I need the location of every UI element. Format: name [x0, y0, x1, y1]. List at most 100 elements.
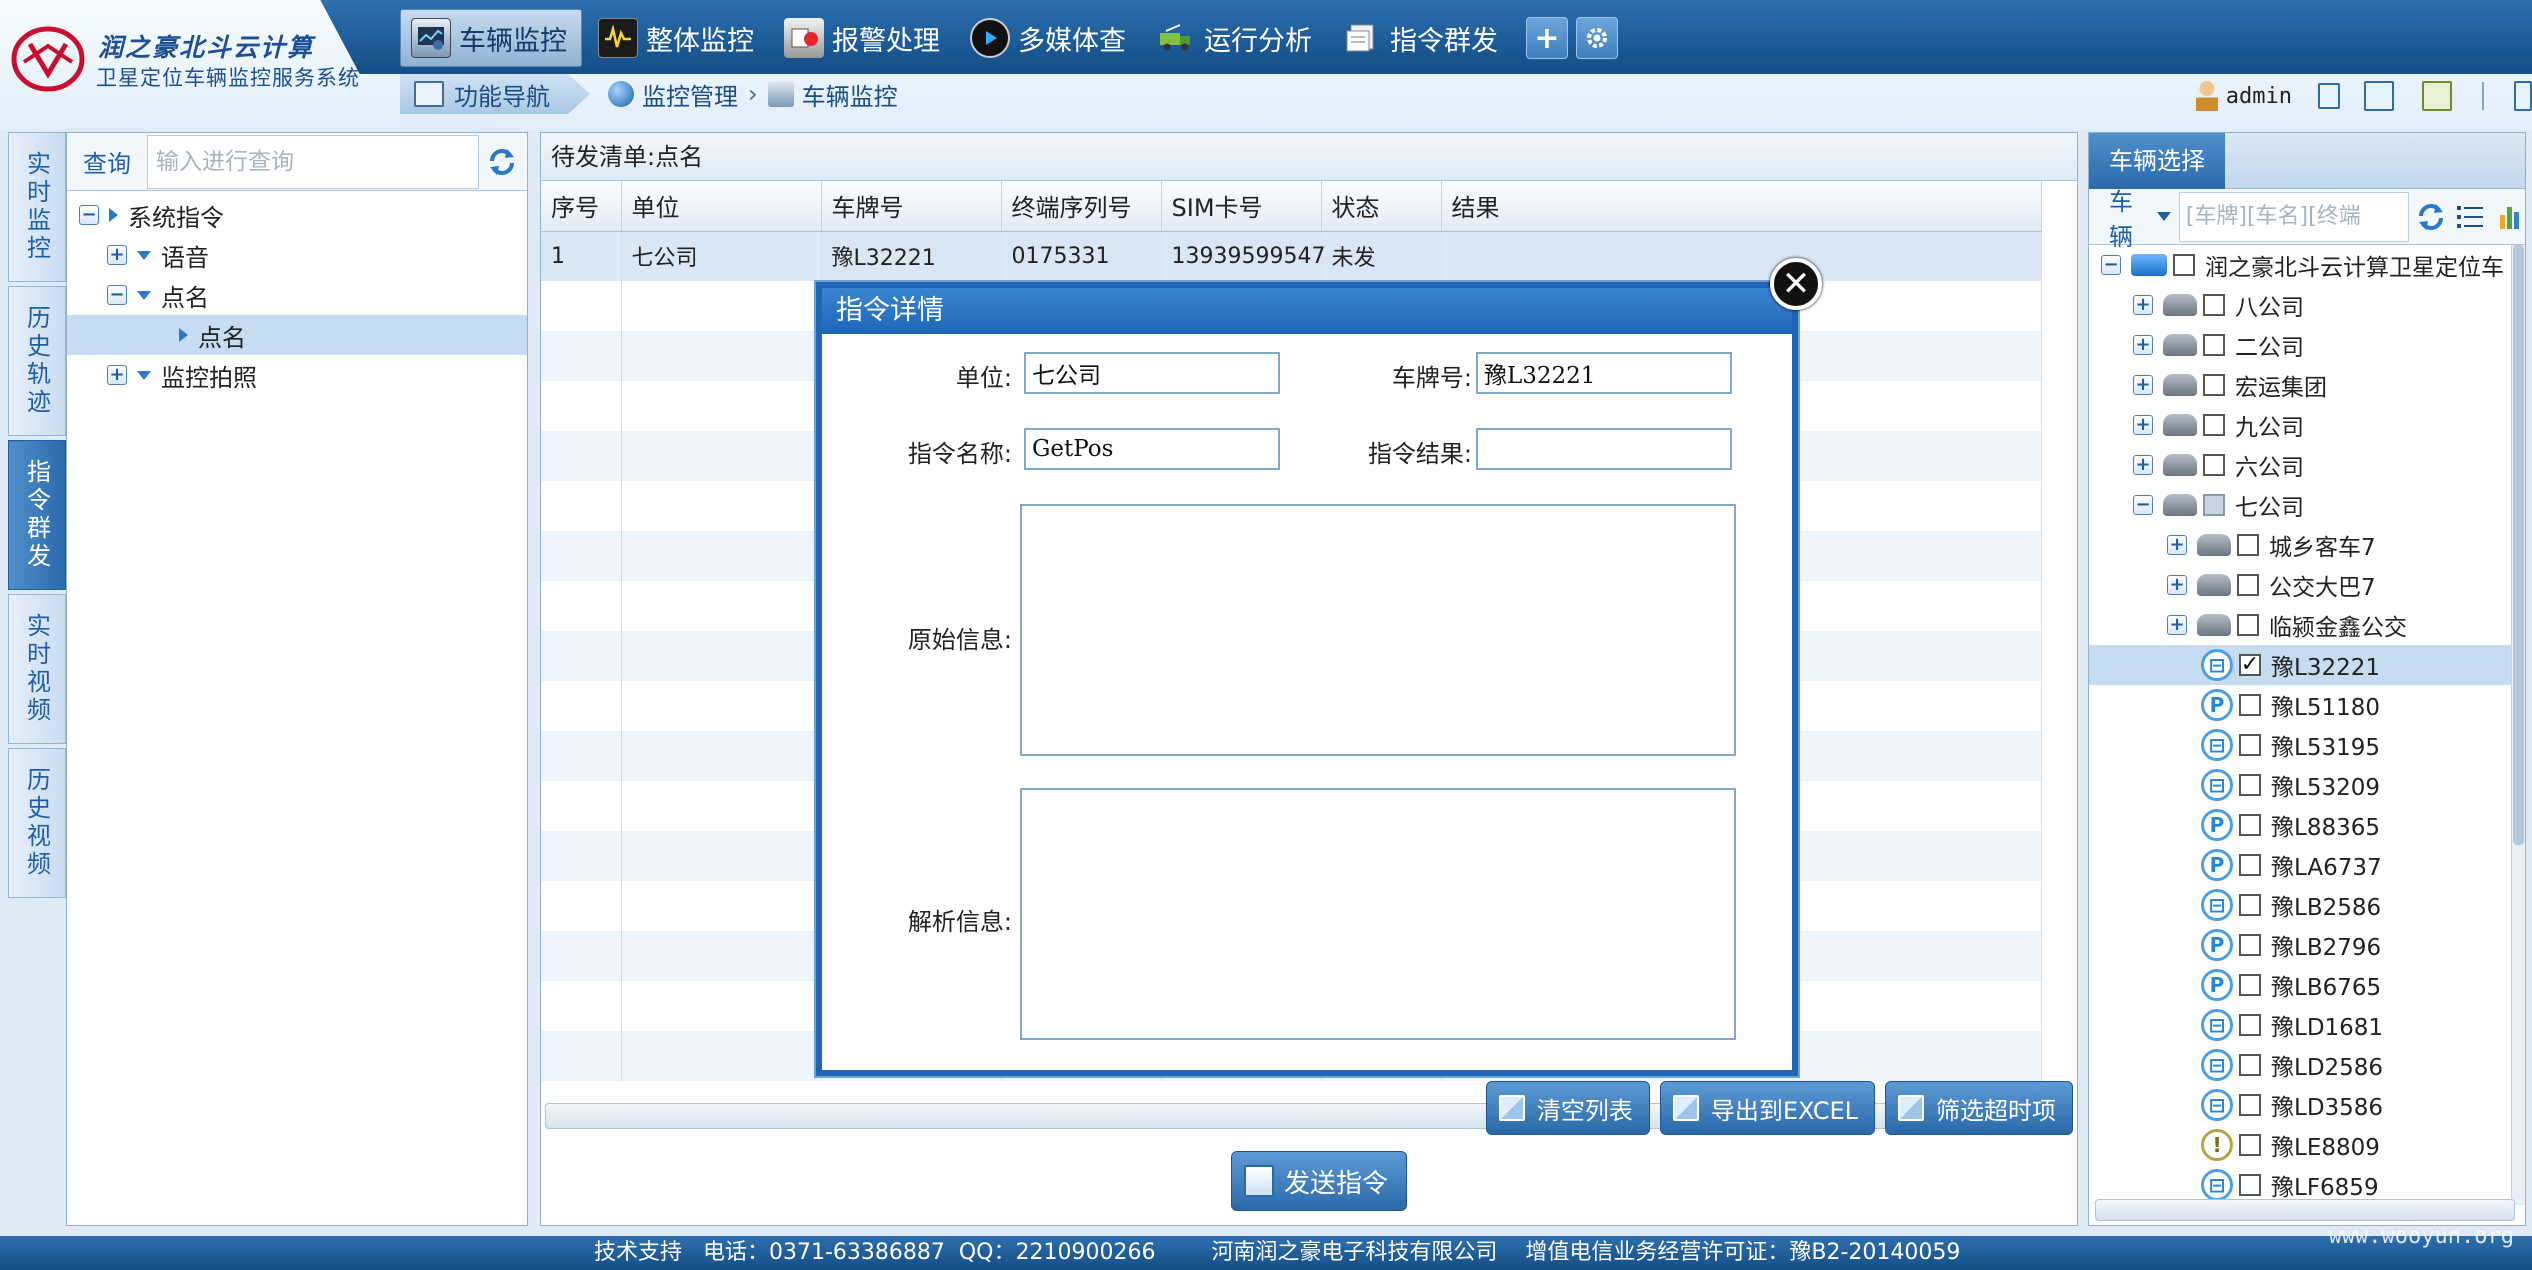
collapse-icon[interactable]: − — [2133, 495, 2153, 515]
expand-icon[interactable]: + — [107, 245, 127, 265]
tree-node-vehicle[interactable]: ⊟ 豫LD2586 — [2089, 1045, 2513, 1085]
nav-alarm-handling[interactable]: 报警处理 — [774, 9, 954, 67]
nav-overall-monitor[interactable]: 整体监控 — [588, 9, 768, 67]
checkbox[interactable] — [2239, 694, 2261, 716]
vehicle-tree-vertical-scrollbar[interactable] — [2511, 245, 2525, 1205]
checkbox[interactable] — [2239, 974, 2261, 996]
checkbox[interactable] — [2239, 1174, 2261, 1196]
tab-realtime-video[interactable]: 实时视频 — [8, 594, 66, 744]
checkbox[interactable] — [2239, 934, 2261, 956]
tree-node-vehicle[interactable]: P 豫L51180 — [2089, 685, 2513, 725]
tree-node-vehicle[interactable]: ⊟ 豫LD1681 — [2089, 1005, 2513, 1045]
checkbox[interactable] — [2239, 774, 2261, 796]
tree-node-subgroup[interactable]: + 城乡客车7 — [2089, 525, 2513, 565]
tree-node-vehicle[interactable]: ⊟ 豫LD3586 — [2089, 1085, 2513, 1125]
checkbox[interactable] — [2203, 454, 2225, 476]
checkbox[interactable] — [2239, 734, 2261, 756]
tab-history-track[interactable]: 历史轨迹 — [8, 286, 66, 436]
checkbox[interactable] — [2239, 814, 2261, 836]
tree-node-voice[interactable]: + 语音 — [67, 235, 527, 275]
tree-node-vehicle[interactable]: P 豫LB6765 — [2089, 965, 2513, 1005]
nav-vehicle-monitor[interactable]: 车辆监控 — [400, 9, 582, 67]
checkbox[interactable] — [2173, 254, 2195, 276]
tree-node-system-commands[interactable]: − 系统指令 — [67, 195, 527, 235]
add-icon[interactable]: + — [1526, 17, 1568, 59]
tree-node-subgroup[interactable]: + 临颍金鑫公交 — [2089, 605, 2513, 645]
plate-field[interactable] — [1476, 352, 1732, 394]
checkbox[interactable] — [2203, 414, 2225, 436]
bar-chart-icon[interactable] — [2492, 197, 2525, 237]
checkbox[interactable] — [2239, 1134, 2261, 1156]
send-command-button[interactable]: 发送指令 — [1231, 1151, 1408, 1211]
tree-node-vehicle[interactable]: ⊟ 豫L53209 — [2089, 765, 2513, 805]
function-navigation-button[interactable]: 功能导航 — [400, 74, 590, 114]
expand-icon[interactable]: + — [2133, 375, 2153, 395]
checkbox-checked[interactable]: ✓ — [2239, 654, 2261, 676]
tree-node-company[interactable]: + 二公司 — [2089, 325, 2513, 365]
clear-list-button[interactable]: 清空列表 — [1485, 1081, 1650, 1135]
refresh-icon[interactable] — [2415, 197, 2448, 237]
column-header-index[interactable]: 序号 — [541, 181, 622, 232]
breadcrumb-item-vehicle-monitor[interactable]: 车辆监控 — [767, 77, 898, 112]
checkbox[interactable] — [2239, 1094, 2261, 1116]
scrollbar-thumb[interactable] — [2513, 245, 2524, 845]
expand-icon[interactable]: + — [2133, 415, 2153, 435]
expand-icon[interactable]: + — [2167, 535, 2187, 555]
tree-node-company[interactable]: + 宏运集团 — [2089, 365, 2513, 405]
tree-node-monitor-photo[interactable]: + 监控拍照 — [67, 355, 527, 395]
command-result-field[interactable] — [1476, 428, 1732, 470]
checkbox[interactable] — [2239, 1054, 2261, 1076]
column-header-plate[interactable]: 车牌号 — [821, 181, 1002, 232]
vehicle-search-input[interactable] — [2178, 191, 2409, 242]
tree-node-company[interactable]: + 八公司 — [2089, 285, 2513, 325]
tree-node-root[interactable]: − 润之豪北斗云计算卫星定位车 — [2089, 245, 2513, 285]
expand-icon[interactable]: + — [2167, 575, 2187, 595]
raw-info-textarea[interactable] — [1020, 504, 1736, 756]
window-icon[interactable] — [2318, 83, 2340, 109]
parsed-info-textarea[interactable] — [1020, 788, 1736, 1040]
nav-batch-command[interactable]: 指令群发 — [1332, 9, 1512, 67]
collapse-icon[interactable]: − — [107, 285, 127, 305]
checkbox[interactable] — [2203, 374, 2225, 396]
tree-node-rollcall-command[interactable]: 点名 — [67, 315, 527, 355]
refresh-icon[interactable] — [479, 135, 525, 189]
tree-node-vehicle[interactable]: P 豫LB2796 — [2089, 925, 2513, 965]
tree-node-vehicle[interactable]: ⊟ ✓ 豫L32221 — [2089, 645, 2513, 685]
checkbox[interactable] — [2237, 614, 2259, 636]
breadcrumb-item-monitor-management[interactable]: 监控管理 › — [608, 77, 758, 112]
gear-icon[interactable] — [1576, 17, 1618, 59]
tree-node-vehicle[interactable]: P 豫LA6737 — [2089, 845, 2513, 885]
expand-icon[interactable]: + — [2133, 455, 2153, 475]
expand-icon[interactable]: + — [2167, 615, 2187, 635]
nav-run-analysis[interactable]: 运行分析 — [1146, 9, 1326, 67]
nav-multimedia[interactable]: 多媒体查 — [960, 9, 1140, 67]
vehicle-tree-horizontal-scrollbar[interactable] — [2095, 1199, 2515, 1221]
filter-timeout-button[interactable]: 筛选超时项 — [1885, 1081, 2073, 1135]
checkbox[interactable] — [2239, 894, 2261, 916]
collapse-icon[interactable]: − — [2101, 255, 2121, 275]
command-name-field[interactable] — [1024, 428, 1280, 470]
unit-field[interactable] — [1024, 352, 1280, 394]
column-header-status[interactable]: 状态 — [1321, 181, 1442, 232]
upload-icon[interactable] — [2364, 81, 2394, 111]
tree-node-company[interactable]: + 六公司 — [2089, 445, 2513, 485]
column-header-sim[interactable]: SIM卡号 — [1161, 181, 1322, 232]
tree-node-subgroup[interactable]: + 公交大巴7 — [2089, 565, 2513, 605]
list-icon[interactable] — [2454, 197, 2487, 237]
tab-realtime-monitor[interactable]: 实时监控 — [8, 132, 66, 282]
column-header-unit[interactable]: 单位 — [621, 181, 822, 232]
tree-node-vehicle[interactable]: ⊟ 豫L53195 — [2089, 725, 2513, 765]
command-search-input[interactable] — [147, 134, 479, 189]
expand-icon[interactable]: + — [107, 365, 127, 385]
checkbox-partial[interactable] — [2203, 494, 2225, 516]
tab-history-video[interactable]: 历史视频 — [8, 748, 66, 898]
column-header-terminal-serial[interactable]: 终端序列号 — [1001, 181, 1162, 232]
close-icon[interactable]: ✕ — [1770, 258, 1822, 310]
tree-node-rollcall[interactable]: − 点名 — [67, 275, 527, 315]
checkbox[interactable] — [2203, 334, 2225, 356]
exit-door-icon[interactable] — [2422, 81, 2452, 111]
export-excel-button[interactable]: 导出到EXCEL — [1659, 1081, 1875, 1135]
tree-node-company-open[interactable]: − 七公司 — [2089, 485, 2513, 525]
search-type-dropdown[interactable]: 车辆 — [2089, 182, 2179, 252]
expand-icon[interactable]: + — [2133, 295, 2153, 315]
